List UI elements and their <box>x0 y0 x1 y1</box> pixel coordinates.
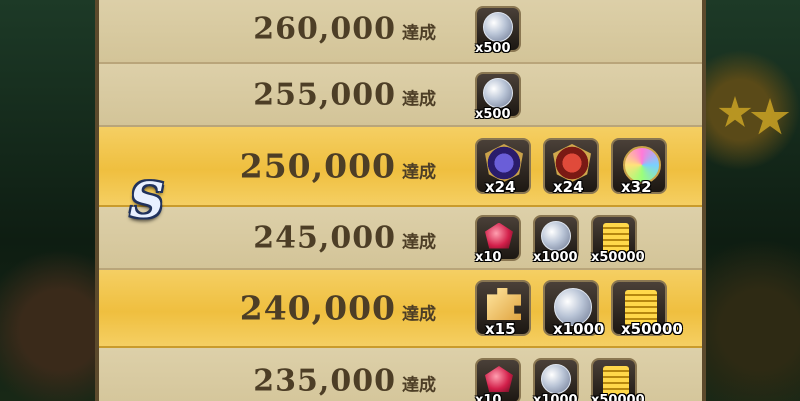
silver-medal-icon <box>483 12 513 42</box>
reward-quantity: x500 <box>475 106 511 122</box>
reward-items: x10 x1000 x50000 <box>475 214 645 265</box>
reward-quantity: x500 <box>475 41 511 56</box>
reward-quantity: x50000 <box>621 320 683 338</box>
reward-item[interactable]: x500 <box>475 71 521 122</box>
reward-quantity: x1000 <box>553 320 605 338</box>
score-value: 260,000 <box>253 11 396 47</box>
reward-item[interactable]: x50000 <box>591 358 645 401</box>
achievement-label: 達成 <box>402 89 436 109</box>
score-threshold: 245,000 達成 <box>253 220 436 255</box>
red-emblem-icon <box>553 144 591 182</box>
reward-item[interactable]: x32 <box>611 138 667 196</box>
red-crystal-icon <box>485 366 513 392</box>
reward-item[interactable]: x1000 <box>533 214 579 265</box>
silver-medal-icon <box>483 77 513 108</box>
score-threshold: 250,000 達成 <box>240 147 436 186</box>
score-value: 245,000 <box>253 220 396 255</box>
reward-item[interactable]: x50000 <box>591 214 645 265</box>
puzzle-piece-icon <box>487 288 521 320</box>
gold-coins-icon <box>603 222 629 253</box>
star-icon <box>750 98 790 135</box>
reward-row-highlighted: 240,000 達成 x15 x1000 x50000 <box>99 270 702 348</box>
silver-medal-icon <box>541 220 571 251</box>
star-icon <box>718 96 752 127</box>
reward-item[interactable]: x1000 <box>533 358 579 401</box>
score-threshold: 260,000 達成 <box>253 12 436 47</box>
score-value: 235,000 <box>253 363 396 399</box>
reward-row-highlighted: 250,000 達成 x24 x24 x32 <box>99 127 702 207</box>
reward-items: x24 x24 x32 <box>475 138 667 196</box>
reward-quantity: x1000 <box>533 249 578 265</box>
reward-quantity: x10 <box>475 249 502 265</box>
score-threshold: 235,000 達成 <box>253 364 436 399</box>
reward-row: 245,000 達成 x10 x1000 x50000 <box>99 207 702 270</box>
reward-list-panel[interactable]: 260,000 達成 x500 255,000 達成 x500 250,000 達成 <box>95 0 706 401</box>
reward-item[interactable]: x500 <box>475 6 521 56</box>
score-value: 255,000 <box>253 77 396 112</box>
reward-quantity: x10 <box>475 393 502 401</box>
achievement-label: 達成 <box>402 304 436 325</box>
reward-item[interactable]: x24 <box>475 138 531 196</box>
reward-item[interactable]: x15 <box>475 280 531 338</box>
reward-quantity: x50000 <box>591 393 645 401</box>
reward-row: 260,000 達成 x500 <box>99 0 702 64</box>
reward-quantity: x32 <box>621 178 652 196</box>
reward-items: x15 x1000 x50000 <box>475 280 683 338</box>
reward-quantity: x24 <box>553 178 584 196</box>
reward-quantity: x15 <box>485 320 516 338</box>
reward-row: 235,000 達成 x10 x1000 x50000 <box>99 348 702 401</box>
reward-row: 255,000 達成 x500 <box>99 64 702 127</box>
score-threshold: 240,000 達成 <box>240 289 436 328</box>
score-value: 240,000 <box>239 288 396 328</box>
reward-items: x500 <box>475 71 521 122</box>
gold-coins-icon <box>603 366 629 396</box>
achievement-label: 達成 <box>402 375 436 396</box>
red-crystal-icon <box>485 222 513 249</box>
reward-items: x500 <box>475 6 521 56</box>
achievement-label: 達成 <box>402 162 436 183</box>
reward-quantity: x1000 <box>533 393 578 401</box>
achievement-label: 達成 <box>402 23 436 44</box>
reward-item[interactable]: x10 <box>475 358 521 401</box>
reward-quantity: x24 <box>485 178 516 196</box>
reward-quantity: x50000 <box>591 249 645 265</box>
reward-item[interactable]: x24 <box>543 138 599 196</box>
reward-item[interactable]: x50000 <box>611 280 683 338</box>
score-threshold: 255,000 達成 <box>253 77 436 112</box>
blue-emblem-icon <box>485 144 523 182</box>
rank-badge: S <box>129 173 165 229</box>
achievement-label: 達成 <box>402 232 436 252</box>
reward-item[interactable]: x1000 <box>543 280 604 338</box>
silver-medal-icon <box>541 364 571 394</box>
score-value: 250,000 <box>239 146 396 186</box>
reward-items: x10 x1000 x50000 <box>475 358 645 401</box>
reward-item[interactable]: x10 <box>475 214 521 265</box>
